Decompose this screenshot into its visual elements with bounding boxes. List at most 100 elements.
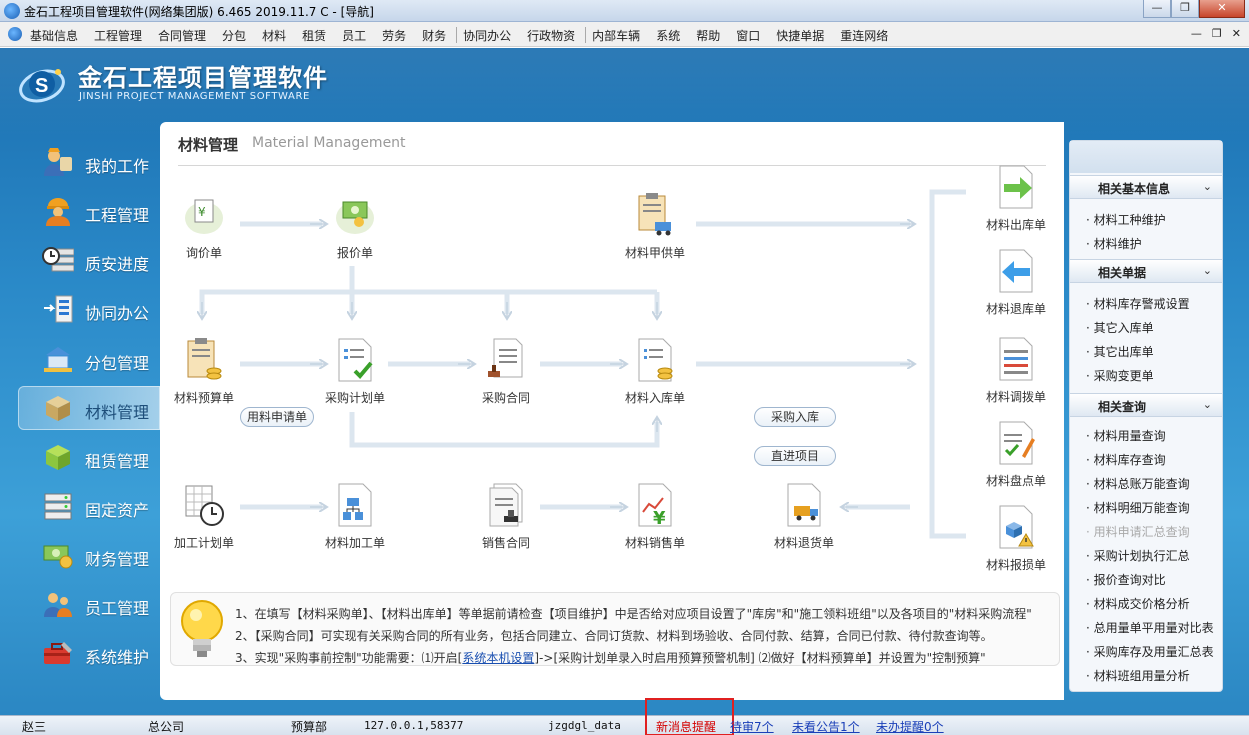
flow-label: 材料退库单 bbox=[985, 302, 1046, 316]
menu-subcontract[interactable]: 分包 bbox=[222, 27, 246, 44]
link-plan-execution-summary[interactable]: · 采购计划执行汇总 bbox=[1086, 547, 1190, 564]
nav-subcontract[interactable]: 分包管理 bbox=[18, 337, 160, 381]
todo-reminder-link[interactable]: 未办提醒0个 bbox=[876, 718, 944, 735]
link-ledger-query[interactable]: · 材料总账万能查询 bbox=[1086, 475, 1190, 492]
nav-fixed-assets[interactable]: 固定资产 bbox=[18, 484, 160, 528]
menu-app-icon[interactable] bbox=[8, 27, 22, 41]
link-label: 材料维护 bbox=[1093, 237, 1142, 251]
nav-system-maintenance[interactable]: 系统维护 bbox=[18, 631, 160, 675]
nav-quality-safety[interactable]: 质安进度 bbox=[18, 238, 160, 282]
nav-my-work[interactable]: 我的工作 bbox=[18, 140, 160, 184]
flow-damage-report[interactable]: 材料报损单 bbox=[976, 504, 1056, 578]
menu-project[interactable]: 工程管理 bbox=[94, 27, 142, 44]
pill-direct-to-project[interactable]: 直进项目 bbox=[754, 446, 836, 466]
section-related-queries-header[interactable]: 相关查询 ⌄ bbox=[1070, 393, 1222, 417]
tip-line-3-start: 3、实现"采购事前控制"功能需要：⑴开启[ bbox=[235, 651, 463, 665]
unread-notice-link[interactable]: 未看公告1个 bbox=[792, 718, 860, 735]
menu-bar: 基础信息 工程管理 合同管理 分包 材料 租赁 员工 劳务 财务 协同办公 行政… bbox=[0, 22, 1249, 47]
pill-material-request[interactable]: 用料申请单 bbox=[240, 407, 314, 427]
flow-purchase-plan[interactable]: 采购计划单 bbox=[315, 337, 395, 411]
flow-budget[interactable]: 材料预算单 bbox=[164, 337, 244, 411]
nav-material-management[interactable]: 材料管理 bbox=[18, 386, 160, 430]
menu-staff[interactable]: 员工 bbox=[342, 27, 366, 44]
nav-finance-management[interactable]: 财务管理 bbox=[18, 533, 160, 577]
menu-labor[interactable]: 劳务 bbox=[382, 27, 406, 44]
system-local-settings-link[interactable]: 系统本机设置 bbox=[462, 651, 534, 665]
menu-finance[interactable]: 财务 bbox=[422, 27, 446, 44]
menu-system[interactable]: 系统 bbox=[656, 27, 680, 44]
menu-vehicles[interactable]: 内部车辆 bbox=[592, 27, 640, 44]
flow-return-goods[interactable]: 材料退货单 bbox=[764, 482, 844, 556]
new-message-alert[interactable]: 新消息提醒 bbox=[656, 718, 716, 735]
app-workspace: S 金石工程项目管理软件 JINSHI PROJECT MANAGEMENT S… bbox=[0, 48, 1249, 715]
flow-processing[interactable]: 材料加工单 bbox=[315, 482, 395, 556]
link-label: 采购库存及用量汇总表 bbox=[1093, 645, 1214, 659]
clock-schedule-icon bbox=[42, 247, 74, 272]
link-material-maintenance[interactable]: · 材料维护 bbox=[1086, 235, 1142, 252]
mdi-close-button[interactable]: ✕ bbox=[1232, 27, 1241, 40]
link-other-inbound[interactable]: · 其它入库单 bbox=[1086, 319, 1154, 336]
pill-purchase-inbound[interactable]: 采购入库 bbox=[754, 407, 836, 427]
link-purchase-change[interactable]: · 采购变更单 bbox=[1086, 367, 1154, 384]
mdi-controls: — ❐ ✕ bbox=[1191, 27, 1241, 40]
menu-collaboration[interactable]: 协同办公 bbox=[463, 27, 511, 44]
link-other-outbound[interactable]: · 其它出库单 bbox=[1086, 343, 1154, 360]
flow-return[interactable]: 材料退库单 bbox=[976, 248, 1056, 322]
nav-project-management[interactable]: 工程管理 bbox=[18, 189, 160, 233]
link-request-summary-query[interactable]: · 用料申请汇总查询 bbox=[1086, 523, 1190, 540]
quote-money-icon bbox=[336, 201, 374, 234]
menu-quick-docs[interactable]: 快捷单据 bbox=[776, 27, 824, 44]
menu-material[interactable]: 材料 bbox=[262, 27, 286, 44]
toolbox-icon bbox=[44, 642, 72, 664]
link-stock-alert-settings[interactable]: · 材料库存警戒设置 bbox=[1086, 295, 1190, 312]
nav-label: 分包管理 bbox=[85, 354, 150, 373]
flow-label: 材料加工单 bbox=[324, 536, 385, 550]
tip-line-1: 1、在填写【材料采购单】、【材料出库单】等单据前请检查【项目维护】中是否给对应项… bbox=[235, 607, 1032, 621]
link-stock-query[interactable]: · 材料库存查询 bbox=[1086, 451, 1166, 468]
mdi-minimize-button[interactable]: — bbox=[1191, 27, 1202, 40]
nav-staff-management[interactable]: 员工管理 bbox=[18, 582, 160, 626]
minimize-button[interactable]: — bbox=[1143, 0, 1171, 18]
nav-collaboration[interactable]: 协同办公 bbox=[18, 287, 160, 331]
close-button[interactable]: ✕ bbox=[1199, 0, 1245, 18]
menu-contract[interactable]: 合同管理 bbox=[158, 27, 206, 44]
flow-inbound[interactable]: 材料入库单 bbox=[615, 337, 695, 411]
link-stock-usage-summary[interactable]: · 采购库存及用量汇总表 bbox=[1086, 643, 1214, 660]
pending-review-link[interactable]: 待审7个 bbox=[730, 718, 774, 735]
flow-inventory-check[interactable]: 材料盘点单 bbox=[976, 420, 1056, 494]
link-detail-query[interactable]: · 材料明细万能查询 bbox=[1086, 499, 1190, 516]
section-basic-info-header[interactable]: 相关基本信息 ⌄ bbox=[1070, 175, 1222, 199]
link-usage-query[interactable]: · 材料用量查询 bbox=[1086, 427, 1166, 444]
return-goods-truck-icon bbox=[787, 483, 821, 527]
menu-basic-info[interactable]: 基础信息 bbox=[30, 27, 78, 44]
restore-button[interactable]: ❐ bbox=[1171, 0, 1199, 18]
link-material-trade-maintenance[interactable]: · 材料工种维护 bbox=[1086, 211, 1166, 228]
flow-quote[interactable]: 报价单 bbox=[315, 192, 395, 266]
link-usage-comparison[interactable]: · 总用量单平用量对比表 bbox=[1086, 619, 1214, 636]
server-icon bbox=[44, 493, 72, 520]
nav-lease-management[interactable]: 租赁管理 bbox=[18, 435, 160, 479]
flow-supply[interactable]: 材料甲供单 bbox=[615, 192, 695, 266]
link-quote-compare[interactable]: · 报价查询对比 bbox=[1086, 571, 1166, 588]
flow-label: 材料销售单 bbox=[624, 536, 685, 550]
section-related-docs-header[interactable]: 相关单据 ⌄ bbox=[1070, 259, 1222, 283]
flow-sales-contract[interactable]: 销售合同 bbox=[466, 482, 546, 556]
mdi-restore-button[interactable]: ❐ bbox=[1212, 27, 1222, 40]
flow-inquiry[interactable]: ¥ 询价单 bbox=[164, 192, 244, 266]
inbound-coins-icon bbox=[638, 338, 673, 382]
menu-admin-supplies[interactable]: 行政物资 bbox=[527, 27, 575, 44]
flow-outbound[interactable]: 材料出库单 bbox=[976, 164, 1056, 238]
flow-purchase-contract[interactable]: 采购合同 bbox=[466, 337, 546, 411]
nav-label: 系统维护 bbox=[85, 648, 150, 667]
flow-sales[interactable]: ¥ 材料销售单 bbox=[615, 482, 695, 556]
brand-logo-icon: S bbox=[19, 69, 65, 103]
link-team-usage-analysis[interactable]: · 材料班组用量分析 bbox=[1086, 667, 1190, 684]
flow-label: 加工计划单 bbox=[173, 536, 234, 550]
menu-reconnect[interactable]: 重连网络 bbox=[840, 27, 888, 44]
link-price-analysis[interactable]: · 材料成交价格分析 bbox=[1086, 595, 1190, 612]
menu-help[interactable]: 帮助 bbox=[696, 27, 720, 44]
flow-transfer[interactable]: 材料调拨单 bbox=[976, 336, 1056, 410]
flow-processing-plan[interactable]: 加工计划单 bbox=[164, 482, 244, 556]
menu-window[interactable]: 窗口 bbox=[736, 27, 760, 44]
menu-lease[interactable]: 租赁 bbox=[302, 27, 326, 44]
